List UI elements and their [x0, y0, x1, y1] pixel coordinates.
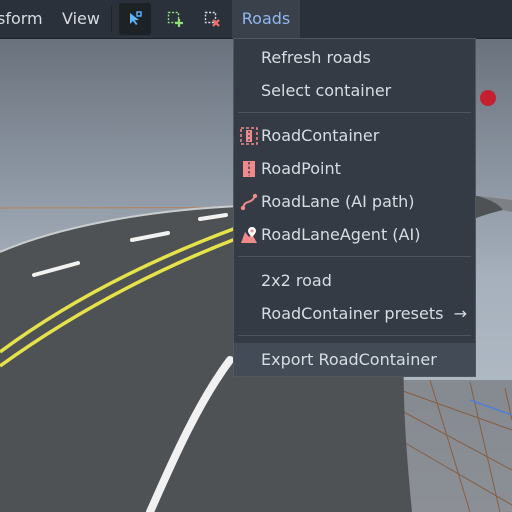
menu-item-select-container[interactable]: Select container: [234, 74, 475, 107]
roads-dropdown-menu: Refresh roads Select container RoadConta…: [233, 38, 476, 377]
menu-separator: [238, 335, 471, 336]
menu-item-label: RoadLane (AI path): [261, 192, 415, 211]
menu-item-label: RoadContainer: [261, 126, 380, 145]
menu-item-label: 2x2 road: [261, 271, 332, 290]
road-container-icon: [240, 127, 258, 145]
menu-item-label: Refresh roads: [261, 48, 371, 67]
road-lane-icon: [240, 193, 258, 211]
road-point-icon: [243, 161, 255, 177]
menu-item-road-lane-agent[interactable]: RoadLaneAgent (AI): [234, 218, 475, 251]
menu-item-label: Export RoadContainer: [261, 350, 437, 369]
menu-item-road-lane[interactable]: RoadLane (AI path): [234, 185, 475, 218]
menu-item-refresh-roads[interactable]: Refresh roads: [234, 41, 475, 74]
menu-item-2x2-road[interactable]: 2x2 road: [234, 264, 475, 297]
toolbar-separator: [111, 6, 112, 32]
roads-menu[interactable]: Roads: [232, 0, 300, 38]
menu-item-label: RoadContainer presets: [261, 304, 444, 323]
add-road-point-button[interactable]: [159, 3, 191, 35]
road-lane-agent-icon: [241, 227, 257, 243]
menu-item-export-road-container[interactable]: Export RoadContainer: [234, 343, 475, 376]
submenu-arrow-icon: →: [453, 304, 467, 323]
menu-item-label: RoadLaneAgent (AI): [261, 225, 421, 244]
transform-menu[interactable]: sform: [0, 0, 43, 38]
remove-road-point-icon: [204, 11, 220, 27]
menu-separator: [238, 112, 471, 113]
add-road-point-icon: [167, 11, 183, 27]
menu-item-label: RoadPoint: [261, 159, 341, 178]
menu-item-road-point[interactable]: RoadPoint: [234, 152, 475, 185]
remove-road-point-button[interactable]: [196, 3, 228, 35]
select-road-icon: [130, 11, 142, 25]
menu-item-road-container[interactable]: RoadContainer: [234, 119, 475, 152]
menu-item-road-container-presets[interactable]: RoadContainer presets →: [234, 297, 475, 330]
menu-item-label: Select container: [261, 81, 392, 100]
select-road-button[interactable]: [119, 3, 151, 35]
view-menu[interactable]: View: [62, 0, 100, 38]
menu-separator: [238, 256, 471, 257]
editor-toolbar: sform View Roads: [0, 0, 512, 39]
